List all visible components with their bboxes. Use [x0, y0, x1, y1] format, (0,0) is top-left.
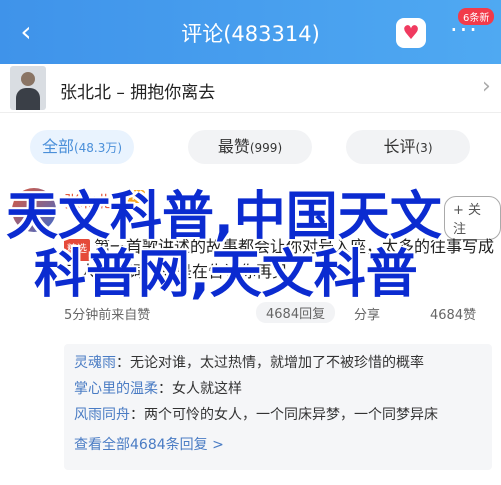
view-all-replies-link[interactable]: 查看全部4684条回复 >: [74, 434, 224, 454]
song-row[interactable]: 张北北 – 拥抱你离去 ›: [0, 64, 501, 113]
more-icon[interactable]: ···: [450, 16, 479, 44]
tab-all[interactable]: 全部(48.3万): [30, 130, 134, 164]
reply-list: 灵魂雨：无论对谁，太过热情，就增加了不被珍惜的概率 掌心里的温柔：女人就这样 风…: [64, 344, 492, 470]
watermark-line-2: 科普网,天文科普: [34, 245, 418, 305]
song-thumbnail: [10, 66, 46, 110]
tab-top[interactable]: 最赞(999): [188, 130, 312, 164]
comment-tabs: 全部(48.3万) 最赞(999) 长评(3): [0, 124, 501, 170]
heart-icon[interactable]: ♥: [396, 18, 426, 48]
list-item[interactable]: 掌心里的温柔：女人就这样: [74, 378, 484, 398]
list-item[interactable]: 风雨同舟：两个可怜的女人，一个同床异梦，一个同梦异床: [74, 404, 484, 424]
tab-long[interactable]: 长评(3): [346, 130, 470, 164]
watermark-overlay: 天文科普,中国天文 科普网,天文科普: [6, 188, 496, 304]
song-title: 张北北 – 拥抱你离去: [60, 83, 216, 103]
like-button[interactable]: 4684赞: [430, 304, 476, 323]
comment-time: 5分钟前来自赞: [64, 308, 151, 323]
top-bar: ‹ 评论(483314) ♥ 6条新 ···: [0, 0, 501, 64]
reply-button[interactable]: 4684回复: [256, 302, 336, 323]
chevron-right-icon: ›: [482, 74, 491, 99]
list-item[interactable]: 灵魂雨：无论对谁，太过热情，就增加了不被珍惜的概率: [74, 352, 484, 372]
comment-actions: 5分钟前来自赞 4684回复 分享 4684赞: [64, 302, 494, 324]
watermark-line-1: 天文科普,中国天文: [6, 187, 442, 247]
share-button[interactable]: 分享: [354, 304, 380, 323]
